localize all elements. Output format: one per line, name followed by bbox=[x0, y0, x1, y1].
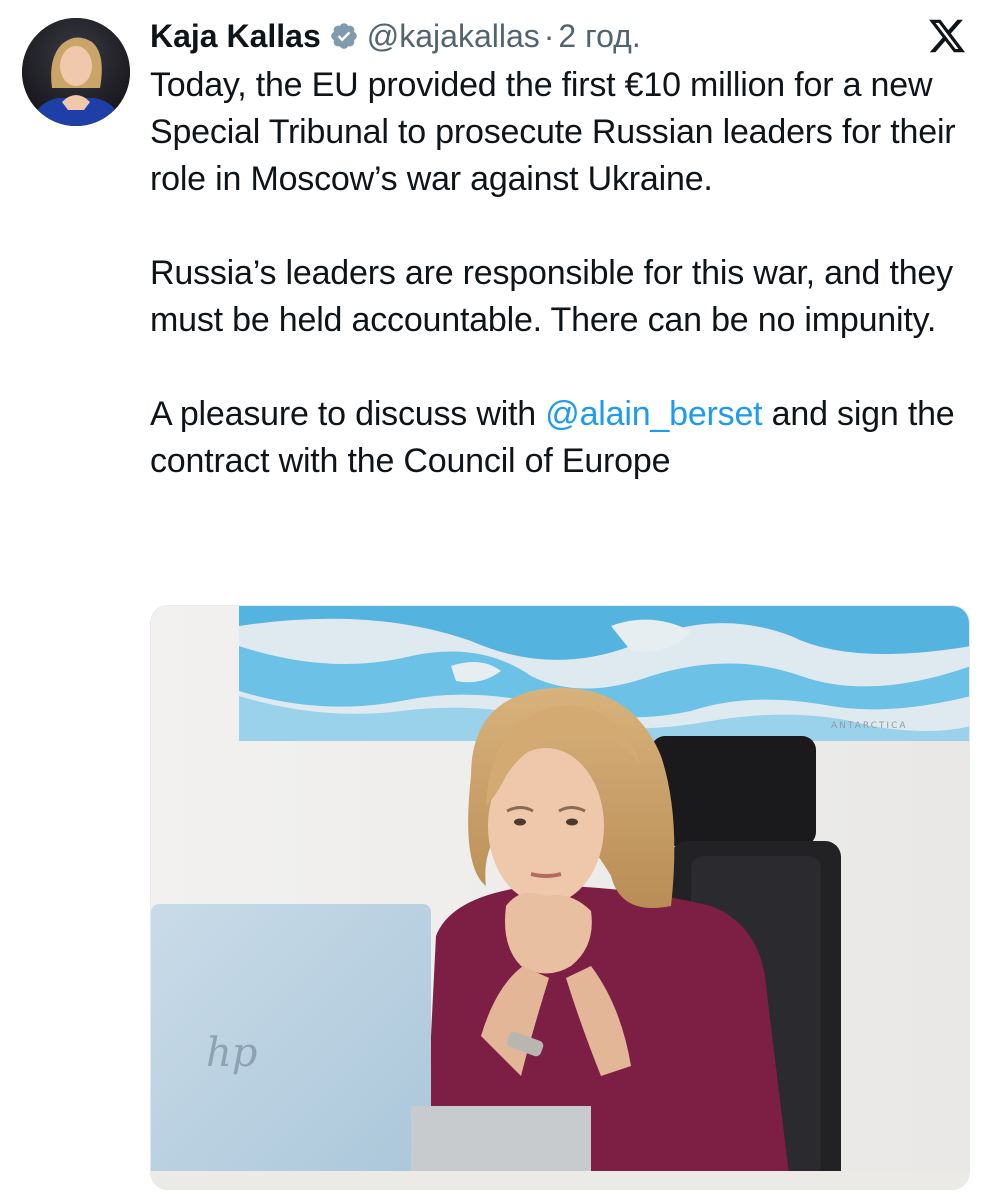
mention-link[interactable]: @alain_berset bbox=[545, 395, 762, 433]
avatar[interactable] bbox=[22, 18, 130, 126]
tweet-paragraph-3: A pleasure to discuss with @alain_berset… bbox=[150, 391, 970, 485]
tweet-paragraph-1: Today, the EU provided the first €10 mil… bbox=[150, 66, 956, 198]
tweet-header: Kaja Kallas @kajakallas · 2 год. bbox=[150, 12, 641, 60]
author-name[interactable]: Kaja Kallas bbox=[150, 18, 321, 55]
tweet-text: Today, the EU provided the first €10 mil… bbox=[150, 62, 970, 485]
tweet-paragraph-2: Russia’s leaders are responsible for thi… bbox=[150, 254, 953, 339]
author-handle[interactable]: @kajakallas bbox=[367, 18, 540, 55]
post-time[interactable]: 2 год. bbox=[558, 18, 640, 55]
tweet-media-photo[interactable]: ANTARCTICA hp bbox=[150, 605, 970, 1190]
x-logo-icon[interactable] bbox=[926, 16, 968, 56]
photo: ANTARCTICA hp bbox=[151, 606, 969, 1189]
laptop-logo: hp bbox=[206, 1030, 257, 1076]
map-label: ANTARCTICA bbox=[831, 721, 908, 731]
header-separator: · bbox=[543, 17, 555, 54]
avatar-photo bbox=[22, 18, 130, 126]
paragraph-3-lead: A pleasure to discuss with bbox=[150, 395, 546, 433]
verified-badge-icon bbox=[330, 23, 357, 49]
